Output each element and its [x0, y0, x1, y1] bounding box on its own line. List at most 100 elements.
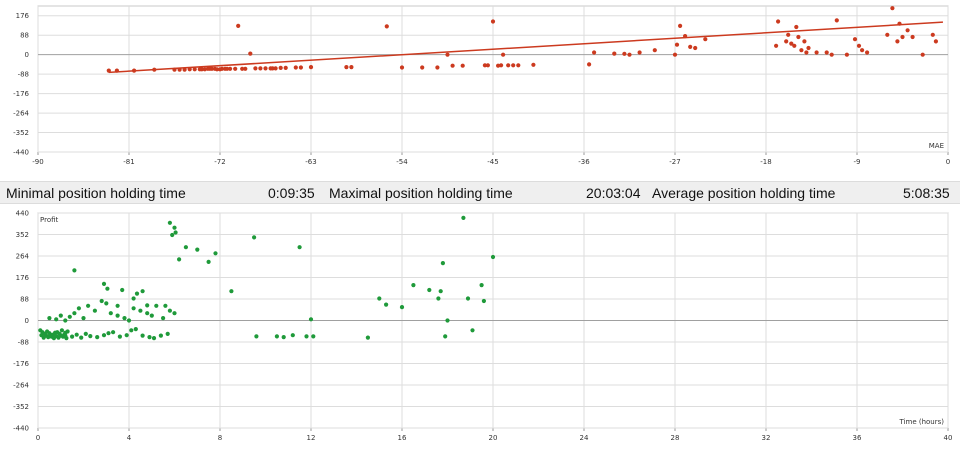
data-point: [105, 286, 110, 291]
x-tick-label: 40: [944, 434, 953, 442]
data-point: [152, 67, 157, 72]
data-point: [177, 257, 182, 262]
data-point: [897, 21, 902, 26]
data-point: [206, 259, 211, 264]
data-point: [132, 68, 137, 73]
data-point: [895, 39, 900, 44]
data-point: [229, 289, 234, 294]
data-point: [384, 302, 389, 307]
data-point: [172, 311, 177, 316]
data-point: [420, 65, 425, 70]
data-point: [445, 318, 450, 323]
x-tick-label: -54: [396, 158, 408, 166]
data-point: [248, 51, 253, 56]
data-point: [165, 331, 170, 336]
data-point: [865, 50, 870, 55]
x-tick-label: -27: [669, 158, 680, 166]
data-point: [890, 6, 895, 11]
data-point: [228, 66, 233, 71]
data-point: [63, 318, 68, 323]
data-point: [933, 39, 939, 44]
x-tick-label: 36: [853, 434, 862, 442]
data-point: [167, 220, 172, 225]
data-point: [438, 289, 443, 294]
data-point: [59, 328, 64, 333]
data-point: [674, 42, 680, 47]
x-tick-label: -63: [305, 158, 316, 166]
x-tick-label: 16: [398, 434, 407, 442]
data-point: [672, 52, 678, 57]
data-point: [124, 333, 129, 338]
data-point: [281, 335, 286, 340]
data-point: [233, 66, 238, 71]
data-point: [172, 67, 177, 72]
data-point: [243, 66, 248, 71]
data-point: [930, 32, 935, 37]
data-point: [67, 314, 72, 319]
y-tick-label: -352: [13, 129, 29, 137]
data-point: [131, 296, 136, 301]
data-point: [308, 317, 314, 322]
x-axis-label: Time (hours): [899, 418, 945, 426]
y-tick-label: -352: [13, 403, 29, 411]
data-point: [587, 62, 592, 67]
data-point: [290, 333, 295, 338]
data-point: [120, 287, 125, 293]
data-point: [436, 296, 441, 301]
data-point: [683, 34, 688, 39]
data-point: [511, 63, 516, 68]
data-point: [592, 50, 597, 55]
data-point: [63, 333, 68, 338]
data-point: [485, 63, 490, 68]
data-point: [163, 303, 168, 308]
data-point: [516, 63, 521, 68]
data-point: [117, 334, 122, 339]
data-point: [253, 66, 258, 71]
y-tick-label: 176: [16, 12, 30, 20]
data-point: [860, 48, 865, 53]
data-point: [72, 311, 77, 316]
data-point: [274, 334, 279, 339]
data-point: [131, 306, 136, 311]
data-point: [278, 65, 283, 70]
data-point: [377, 296, 382, 301]
data-point: [192, 67, 197, 72]
data-point: [844, 52, 850, 57]
x-tick-label: 32: [762, 434, 771, 442]
data-point: [106, 68, 111, 73]
data-point: [170, 232, 175, 238]
data-point: [905, 28, 910, 33]
data-point: [108, 311, 113, 316]
data-point: [74, 332, 79, 337]
data-point: [384, 24, 389, 29]
y-tick-label: 352: [16, 231, 29, 239]
data-point: [151, 336, 157, 341]
data-point: [273, 66, 278, 71]
data-point: [824, 50, 829, 55]
data-point: [101, 333, 107, 338]
x-tick-label: -72: [214, 158, 225, 166]
x-tick-label: -18: [760, 158, 771, 166]
data-point: [122, 316, 127, 321]
data-point: [794, 24, 799, 30]
data-point: [236, 23, 241, 28]
y-tick-label: 0: [25, 317, 29, 325]
data-point: [158, 333, 163, 338]
data-point: [435, 65, 440, 70]
y-tick-label: 0: [25, 51, 29, 59]
y-tick-label: -264: [13, 110, 29, 118]
data-point: [627, 52, 632, 57]
data-point: [263, 66, 268, 71]
data-point: [173, 230, 178, 235]
data-point: [297, 245, 302, 250]
data-point: [76, 306, 81, 311]
data-point: [81, 316, 86, 321]
data-point: [213, 251, 218, 256]
data-point: [411, 283, 416, 288]
data-point: [58, 313, 63, 318]
data-point: [88, 334, 93, 339]
y-tick-label: -176: [13, 360, 29, 368]
data-point: [298, 65, 303, 70]
x-tick-label: -90: [32, 158, 43, 166]
data-point: [167, 308, 172, 313]
